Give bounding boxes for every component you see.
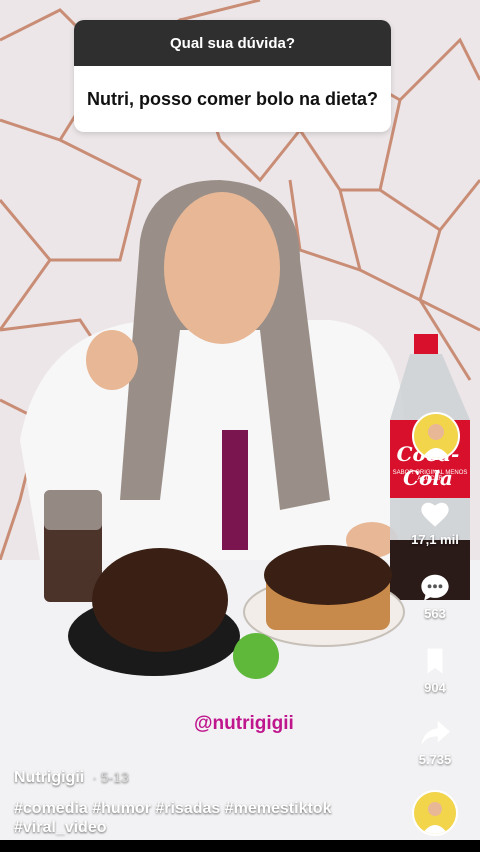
sound-disc[interactable]: [412, 790, 458, 836]
sound-disc-image: [414, 792, 456, 834]
creator-avatar[interactable]: [412, 412, 460, 460]
like-button[interactable]: 17,1 mil: [407, 498, 463, 547]
creator-avatar-image: [414, 414, 458, 458]
hashtags-line-2[interactable]: #viral_video: [14, 818, 414, 837]
share-icon: [421, 720, 450, 746]
bookmark-icon: [427, 648, 443, 674]
share-button[interactable]: 5.735: [407, 718, 463, 767]
post-date-value: 5-13: [100, 769, 129, 785]
question-text: Nutri, posso comer bolo na dieta?: [86, 88, 379, 109]
comment-icon: [421, 574, 449, 601]
save-button[interactable]: 904: [407, 646, 463, 695]
author-name[interactable]: Nutrigigii: [14, 769, 84, 786]
comment-button[interactable]: 563: [407, 572, 463, 621]
like-count: 17,1 mil: [411, 532, 459, 547]
question-header: Qual sua dúvida?: [74, 20, 391, 66]
watermark: @nutrigigii: [194, 713, 294, 734]
hashtags-line-1[interactable]: #comedia #humor #risadas #memestiktok: [14, 799, 414, 818]
bottle-sub-label: SABOR ORIGINAL MENOS AÇÚCAR: [392, 470, 468, 482]
post-date: · 5-13: [92, 769, 129, 785]
hashtags: #comedia #humor #risadas #memestiktok #v…: [14, 799, 414, 837]
share-count: 5.735: [418, 752, 452, 767]
question-sticker: Qual sua dúvida? Nutri, posso comer bolo…: [74, 20, 391, 132]
comment-count: 563: [424, 606, 446, 621]
heart-icon: [421, 502, 449, 527]
bottom-bar: [0, 840, 480, 852]
video-caption: Nutrigigii · 5-13 #comedia #humor #risada…: [14, 769, 414, 837]
save-count: 904: [424, 680, 446, 695]
